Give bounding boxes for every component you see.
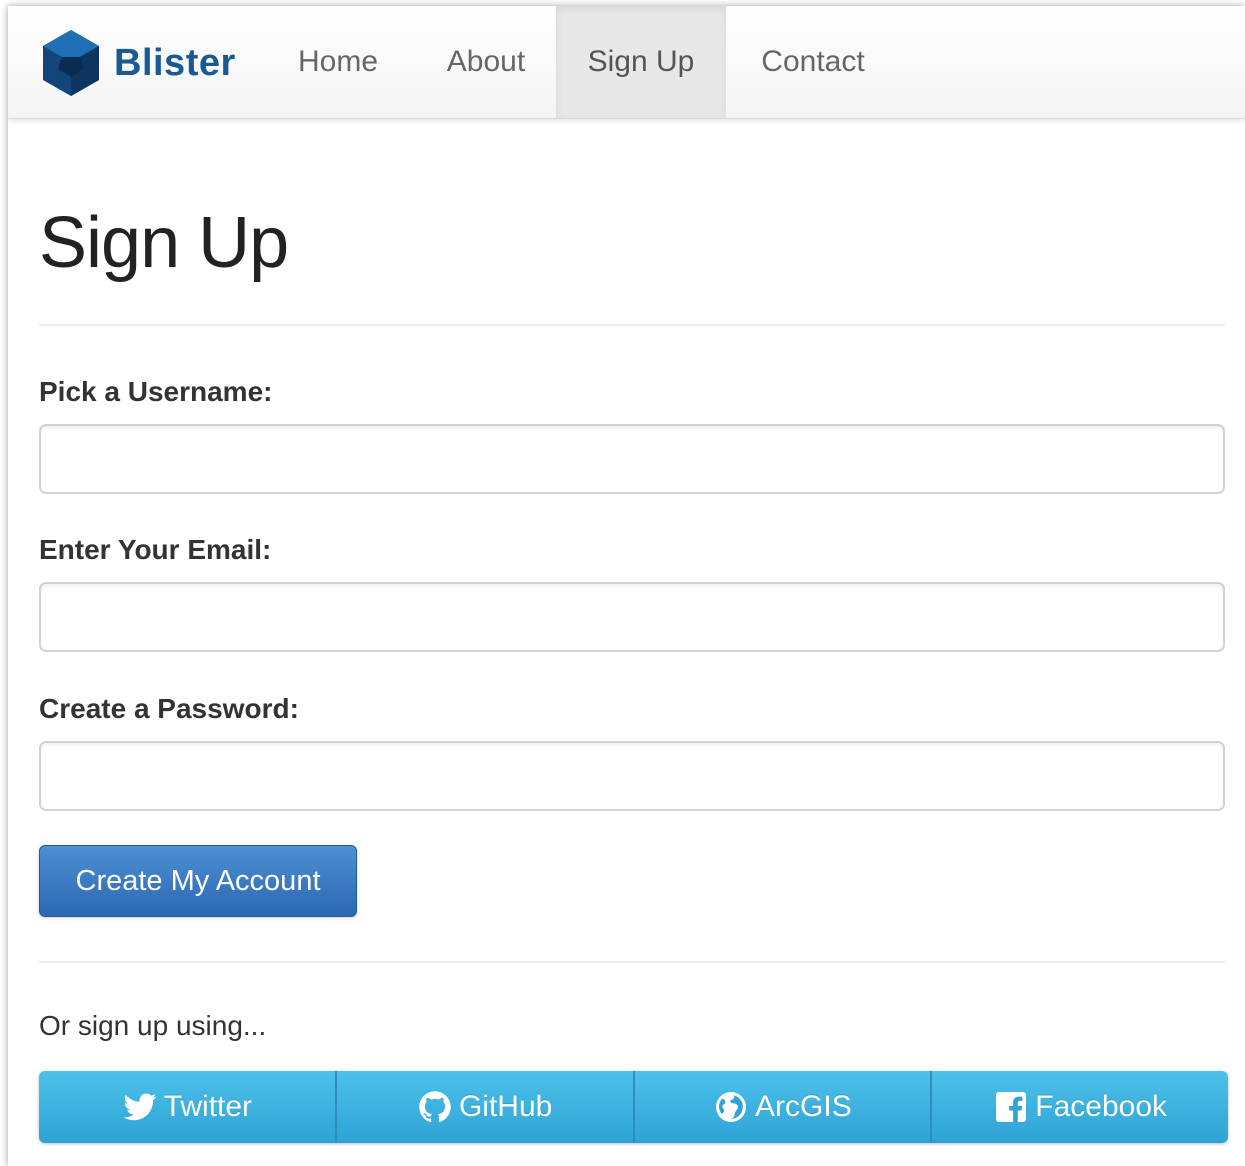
twitter-icon <box>123 1093 157 1121</box>
navbar: Blister Home About Sign Up Contact <box>8 6 1245 119</box>
arcgis-label: ArcGIS <box>755 1090 852 1123</box>
nav-item-contact[interactable]: Contact <box>746 6 880 118</box>
username-label: Pick a Username: <box>39 376 273 407</box>
page-title: Sign Up <box>39 203 289 283</box>
title-divider <box>39 324 1225 326</box>
hexagon-logo-icon <box>43 30 99 96</box>
password-label: Create a Password: <box>39 693 299 724</box>
brand-name: Blister <box>114 41 236 84</box>
facebook-signup-button[interactable]: Facebook <box>932 1071 1228 1143</box>
nav-item-home[interactable]: Home <box>288 6 388 118</box>
twitter-label: Twitter <box>163 1090 253 1123</box>
browser-viewport: Blister Home About Sign Up Contact Sign … <box>8 6 1245 1166</box>
email-label: Enter Your Email: <box>39 534 272 565</box>
social-prompt: Or sign up using... <box>39 1010 267 1041</box>
facebook-icon <box>996 1092 1027 1122</box>
password-input[interactable] <box>39 741 1225 811</box>
github-signup-button[interactable]: GitHub <box>336 1071 635 1143</box>
nav-item-sign-up[interactable]: Sign Up <box>556 6 726 118</box>
github-label: GitHub <box>458 1090 553 1123</box>
form-divider <box>39 961 1225 963</box>
brand-link[interactable]: Blister <box>40 28 236 98</box>
social-signup-group: Twitter GitHub ArcGIS Facebook <box>39 1071 1228 1143</box>
username-input[interactable] <box>39 424 1225 494</box>
create-account-button[interactable]: Create My Account <box>39 845 357 917</box>
nav-item-about[interactable]: About <box>436 6 536 118</box>
facebook-label: Facebook <box>1035 1090 1167 1123</box>
globe-icon <box>716 1092 747 1122</box>
arcgis-signup-button[interactable]: ArcGIS <box>634 1071 933 1143</box>
twitter-signup-button[interactable]: Twitter <box>39 1071 337 1143</box>
email-input[interactable] <box>39 582 1225 652</box>
github-icon <box>419 1091 451 1123</box>
